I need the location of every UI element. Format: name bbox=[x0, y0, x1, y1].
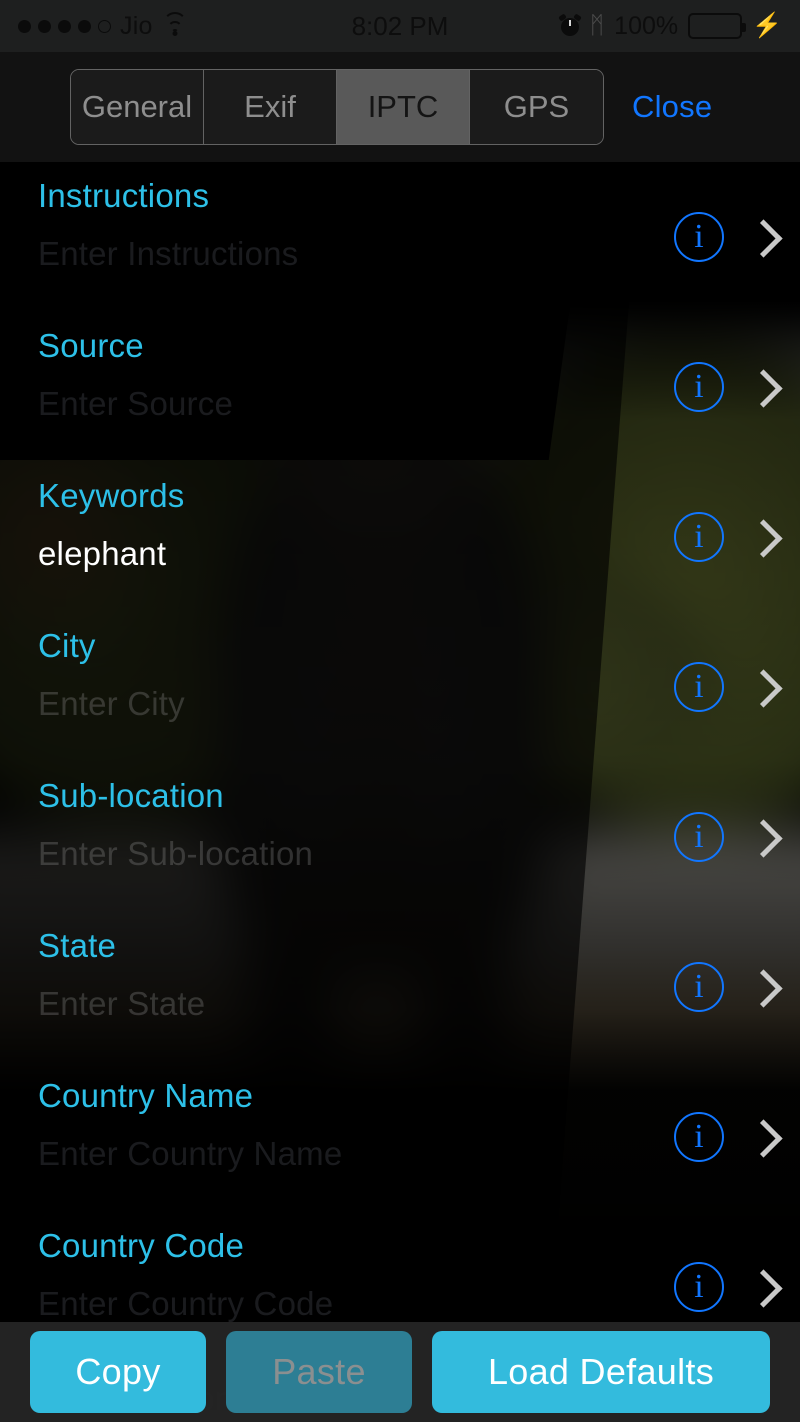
field-label: Instructions bbox=[38, 178, 800, 214]
chevron-right-icon[interactable] bbox=[748, 519, 768, 555]
list-item-sub-location[interactable]: Sub-location Enter Sub-location i bbox=[0, 762, 800, 912]
info-circle-icon[interactable]: i bbox=[674, 1262, 724, 1312]
bluetooth-icon: ᛗ bbox=[590, 14, 604, 38]
field-label: City bbox=[38, 628, 800, 664]
field-label: Keywords bbox=[38, 478, 800, 514]
list-item-instructions[interactable]: Instructions Enter Instructions i bbox=[0, 162, 800, 312]
list-item-city[interactable]: City Enter City i bbox=[0, 612, 800, 762]
tab-exif[interactable]: Exif bbox=[204, 70, 337, 144]
row-accessories: i bbox=[674, 1262, 768, 1312]
load-defaults-button[interactable]: Load Defaults bbox=[432, 1331, 770, 1413]
row-accessories: i bbox=[674, 812, 768, 862]
chevron-right-icon[interactable] bbox=[748, 219, 768, 255]
tab-iptc[interactable]: IPTC bbox=[337, 70, 470, 144]
app-screen: Jio 8:02 PM ᛗ 100% ⚡ General Exif IPTC G… bbox=[0, 0, 800, 1422]
field-label: Source bbox=[38, 328, 800, 364]
field-label: Sub-location bbox=[38, 778, 800, 814]
chevron-right-icon[interactable] bbox=[748, 669, 768, 705]
metadata-tab-segmented-control[interactable]: General Exif IPTC GPS bbox=[70, 69, 604, 145]
chevron-right-icon[interactable] bbox=[748, 819, 768, 855]
paste-button: Paste bbox=[226, 1331, 412, 1413]
field-label: Country Name bbox=[38, 1078, 800, 1114]
list-item-state[interactable]: State Enter State i bbox=[0, 912, 800, 1062]
row-accessories: i bbox=[674, 212, 768, 262]
row-accessories: i bbox=[674, 1112, 768, 1162]
info-circle-icon[interactable]: i bbox=[674, 212, 724, 262]
navigation-bar: General Exif IPTC GPS Close bbox=[0, 52, 800, 162]
battery-icon bbox=[688, 13, 742, 39]
chevron-right-icon[interactable] bbox=[748, 969, 768, 1005]
list-item-source[interactable]: Source Enter Source i bbox=[0, 312, 800, 462]
info-circle-icon[interactable]: i bbox=[674, 662, 724, 712]
list-item-keywords[interactable]: Keywords elephant i bbox=[0, 462, 800, 612]
field-label: State bbox=[38, 928, 800, 964]
list-item-country-name[interactable]: Country Name Enter Country Name i bbox=[0, 1062, 800, 1212]
carrier-name: Jio bbox=[120, 12, 153, 41]
copy-button[interactable]: Copy bbox=[30, 1331, 206, 1413]
close-button[interactable]: Close bbox=[632, 89, 712, 125]
lightning-bolt-icon: ⚡ bbox=[752, 14, 782, 38]
tab-gps[interactable]: GPS bbox=[470, 70, 603, 144]
row-accessories: i bbox=[674, 962, 768, 1012]
status-bar-clock: 8:02 PM bbox=[352, 11, 449, 42]
status-bar-right: ᛗ 100% ⚡ bbox=[448, 12, 782, 41]
row-accessories: i bbox=[674, 512, 768, 562]
iptc-field-list[interactable]: Instructions Enter Instructions i Source… bbox=[0, 162, 800, 1322]
row-accessories: i bbox=[674, 362, 768, 412]
bottom-toolbar: Copy Paste Load Defaults bbox=[0, 1322, 800, 1422]
field-label: Country Code bbox=[38, 1228, 800, 1264]
chevron-right-icon[interactable] bbox=[748, 369, 768, 405]
list-item-country-code[interactable]: Country Code Enter Country Code i bbox=[0, 1212, 800, 1322]
chevron-right-icon[interactable] bbox=[748, 1269, 768, 1305]
chevron-right-icon[interactable] bbox=[748, 1119, 768, 1155]
row-accessories: i bbox=[674, 662, 768, 712]
status-bar: Jio 8:02 PM ᛗ 100% ⚡ bbox=[0, 0, 800, 52]
wifi-icon bbox=[162, 16, 188, 36]
info-circle-icon[interactable]: i bbox=[674, 512, 724, 562]
info-circle-icon[interactable]: i bbox=[674, 962, 724, 1012]
battery-percent-label: 100% bbox=[614, 12, 678, 41]
signal-strength-icon bbox=[18, 20, 111, 33]
tab-general[interactable]: General bbox=[71, 70, 204, 144]
alarm-clock-icon bbox=[560, 16, 580, 36]
status-bar-left: Jio bbox=[18, 12, 352, 41]
info-circle-icon[interactable]: i bbox=[674, 1112, 724, 1162]
info-circle-icon[interactable]: i bbox=[674, 812, 724, 862]
info-circle-icon[interactable]: i bbox=[674, 362, 724, 412]
